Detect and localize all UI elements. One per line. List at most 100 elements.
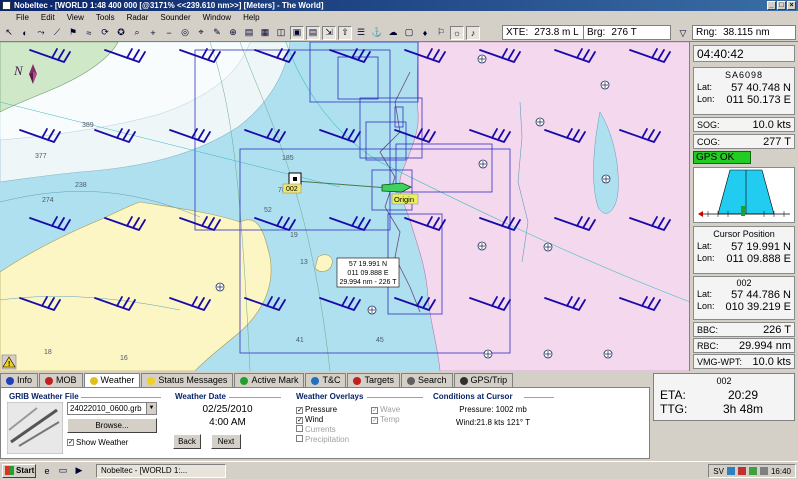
day-mode-icon[interactable]: ☼ [450,25,464,40]
taskbar-app-button[interactable]: Nobeltec - [WORLD 1:... [96,463,226,478]
chart-map[interactable]: N 389 377 274 238 185 78 52 19 13 41 45 … [0,42,690,371]
menu-view[interactable]: View [61,13,90,22]
tray-volume-icon[interactable] [759,467,768,475]
route-mode-icon[interactable]: ▣ [290,25,304,40]
overlay-currents[interactable]: Currents [296,425,349,435]
anchor-icon[interactable]: ⚓ [370,26,384,40]
mob-tool-icon[interactable]: ✪ [114,26,128,40]
track-tool-icon[interactable]: ⤳ [34,26,48,40]
warning-icon[interactable]: ! [1,354,17,370]
zoom-in-icon[interactable]: + [146,26,160,40]
chart-boundary-6 [365,121,407,161]
close-button[interactable]: × [787,1,796,10]
pressure-value: Pressure: 1002 mb [459,405,527,414]
weather-icon[interactable]: ☁ [386,26,400,40]
quicklaunch-media-icon[interactable]: ▶ [72,464,86,478]
chevron-down-icon[interactable]: ▼ [146,403,156,414]
flag-icon[interactable]: ⚐ [434,26,448,40]
back-button[interactable]: Back [173,434,201,449]
bulb-icon[interactable]: ♦ [418,26,432,40]
rbc-box: RBC: 29.994 nm [693,338,795,353]
wind-barb [329,48,371,63]
tab-weather[interactable]: Weather [83,373,141,387]
mark-tool-icon[interactable]: ⚑ [66,26,80,40]
browse-button[interactable]: Browse... [67,418,157,433]
cog-label: COG: [697,136,721,147]
chart-tool-icon[interactable]: ▦ [258,26,272,40]
center-tool-icon[interactable]: ◎ [178,26,192,40]
show-weather-checkbox[interactable]: ✓ Show Weather [67,438,128,447]
gps-icon [459,376,468,385]
checkbox-icon[interactable]: ✓ [67,439,74,446]
menu-edit[interactable]: Edit [35,13,61,22]
pen-tool-icon[interactable]: ✎ [210,26,224,40]
overlay-label: Pressure [305,405,338,414]
zoom-tool-icon[interactable]: ⌕ [130,26,144,40]
next-button[interactable]: Next [211,434,241,449]
chart-canvas[interactable]: N 389 377 274 238 185 78 52 19 13 41 45 … [0,42,690,371]
tab-label: GPS/Trip [470,375,508,385]
toolbar: ↖ ◐ ⤳ ⟋ ⚑ ≈ ⟳ ✪ ⌕ + − ◎ ⌖ ✎ ⊕ ▤ ▦ ◫ ▣ ▤ … [0,24,798,42]
overlay-precipitation[interactable]: Precipitation [296,435,349,445]
menu-file[interactable]: File [4,13,35,22]
track-mode-icon[interactable]: ▤ [306,25,320,40]
headup-icon[interactable]: ☰ [354,26,368,40]
waypoint-marker[interactable]: 002 [282,172,302,194]
steering-diagram [698,169,790,217]
maximize-button[interactable]: □ [777,1,786,10]
depth-value: 185 [282,155,294,162]
lock-icon[interactable]: ▢ [402,26,416,40]
follow-mode-icon[interactable]: ⇲ [322,25,336,40]
quicklaunch-desktop-icon[interactable]: ▭ [56,464,70,478]
overlay-wind[interactable]: ✓ Wind [296,415,349,425]
wind-tool-icon[interactable]: ≈ [82,26,96,40]
wp-lon-label: Lon: [697,301,715,311]
menu-help[interactable]: Help [237,13,265,22]
vessel-lon: 011 50.173 E [726,94,791,106]
depth-value: 18 [44,349,52,356]
start-button[interactable]: Start [2,463,36,478]
waypoint-label: 002 [286,186,298,193]
tab-targets[interactable]: Targets [347,373,400,387]
language-indicator[interactable]: SV [713,467,724,476]
menu-tools[interactable]: Tools [90,13,121,22]
rotate-tool-icon[interactable]: ⟳ [98,26,112,40]
north-up-icon[interactable]: ⇧ [338,25,352,40]
overlay-temp[interactable]: ✓ Temp [371,415,400,425]
route-tool-icon[interactable]: ⟋ [50,26,64,40]
target-tool-icon[interactable]: ⊕ [226,26,240,40]
overlay-wave[interactable]: ✓ Wave [371,405,400,415]
vessel-lat: 57 40.748 N [731,82,791,94]
zoom-out-icon[interactable]: − [162,26,176,40]
grib-file-select[interactable]: 24022010_0600.grb ▼ [67,402,157,415]
overlay-pressure[interactable]: ✓ Pressure [296,405,349,415]
tooltip-lat: 57 19.991 N [349,261,387,268]
tab-gps-trip[interactable]: GPS/Trip [453,373,514,387]
alarm-icon[interactable]: ♪ [466,25,480,40]
quicklaunch-ie-icon[interactable]: e [40,464,54,478]
tray-app-icon[interactable] [748,467,757,475]
pointer-tool-icon[interactable]: ↖ [2,26,16,40]
tab-active-mark[interactable]: Active Mark [234,373,305,387]
globe-tool-icon[interactable]: ◐ [18,26,32,40]
minimize-button[interactable]: _ [767,1,776,10]
tab-search[interactable]: Search [400,373,453,387]
nav-toggle-icon[interactable]: ▽ [676,26,690,40]
menu-sounder[interactable]: Sounder [154,13,196,22]
measure-tool-icon[interactable]: ⌖ [194,26,208,40]
select-tool-icon[interactable]: ◫ [274,26,288,40]
tab-tc[interactable]: T&C [305,373,347,387]
tide-icon [311,376,320,385]
depth-value: 13 [300,259,308,266]
tab-status-messages[interactable]: Status Messages [141,373,234,387]
tab-info[interactable]: Info [0,373,39,387]
tab-label: Targets [364,375,394,385]
tray-network-icon[interactable] [726,467,735,475]
layer-tool-icon[interactable]: ▤ [242,26,256,40]
land-sweden [399,42,689,371]
tab-mob[interactable]: MOB [39,373,83,387]
menu-radar[interactable]: Radar [121,13,155,22]
menu-window[interactable]: Window [197,13,237,22]
tray-antivirus-icon[interactable] [737,467,746,475]
ttg-label: TTG: [660,402,688,416]
